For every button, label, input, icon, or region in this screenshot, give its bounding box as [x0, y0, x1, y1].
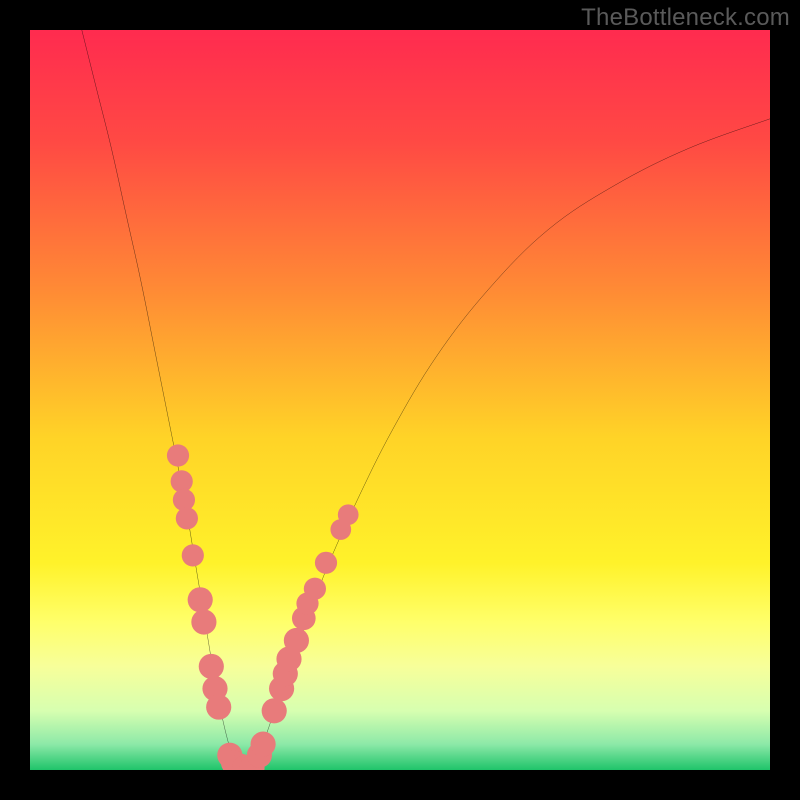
data-marker [338, 504, 359, 525]
data-marker [206, 695, 231, 720]
chart-frame: TheBottleneck.com [0, 0, 800, 800]
data-marker [188, 587, 213, 612]
data-marker [167, 444, 189, 466]
data-marker [315, 552, 337, 574]
curve-right-branch [252, 119, 770, 770]
watermark-text: TheBottleneck.com [581, 4, 790, 32]
data-marker [176, 507, 198, 529]
data-marker [199, 654, 224, 679]
data-marker [173, 489, 195, 511]
data-marker [284, 628, 309, 653]
data-marker [304, 578, 326, 600]
data-marker [182, 544, 204, 566]
data-marker [262, 698, 287, 723]
data-marker [251, 732, 276, 757]
data-marker [191, 609, 216, 634]
curve-layer [30, 30, 770, 770]
plot-area [30, 30, 770, 770]
